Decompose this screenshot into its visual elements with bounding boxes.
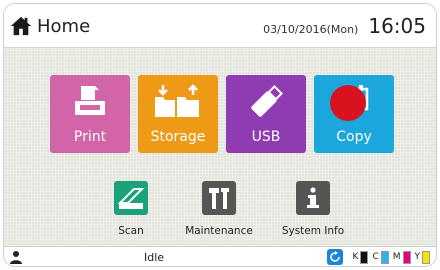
maintenance-icon [202,181,236,215]
screen-frame: Home 03/10/2016(Mon) 16:05 Print Storage… [3,3,437,267]
print-label: Print [73,129,107,145]
machine-status: Idle [144,251,165,264]
ink-y: Y [414,250,430,264]
scan-label: Scan [118,225,144,237]
main-menu-area: Print Storage USB Copy Scan Maintenance … [4,49,436,249]
usb-label: USB [251,129,281,145]
refresh-button[interactable] [326,249,343,265]
time-display: 16:05 [368,14,426,38]
ink-k: K [352,250,369,264]
storage-label: Storage [150,129,206,145]
storage-icon [155,84,199,117]
ink-c-bar [380,250,389,264]
copy-tile[interactable]: Copy [314,75,394,153]
usb-tile[interactable]: USB [226,75,306,153]
user-icon[interactable] [10,250,22,264]
ink-y-bar [422,250,430,264]
info-icon [296,181,330,215]
ink-y-label: Y [414,252,421,262]
home-button[interactable]: Home [10,12,90,40]
ink-levels: K C M Y [326,249,430,265]
refresh-icon [329,251,340,262]
ink-k-label: K [352,252,359,262]
system-info-label: System Info [281,225,345,237]
copy-label: Copy [336,129,372,145]
ink-k-bar [360,250,369,264]
header-bar: Home 03/10/2016(Mon) 16:05 [4,4,436,48]
scan-button[interactable]: Scan [86,181,176,245]
usb-icon [251,85,283,117]
ink-m: M [392,250,411,264]
record-indicator [330,85,366,121]
ink-m-bar [402,250,411,264]
date-display: 03/10/2016(Mon) [263,23,359,36]
scan-icon [114,181,148,215]
maintenance-label: Maintenance [185,225,253,237]
home-icon [10,16,32,36]
ink-m-label: M [392,252,401,262]
datetime: 03/10/2016(Mon) 16:05 [263,14,426,38]
ink-c-label: C [372,252,379,262]
print-tile[interactable]: Print [50,75,130,153]
print-icon [75,86,105,115]
storage-tile[interactable]: Storage [138,75,218,153]
ink-c: C [372,250,389,264]
maintenance-button[interactable]: Maintenance [174,181,264,245]
status-bar: Idle K C M Y [4,246,436,266]
system-info-button[interactable]: System Info [268,181,358,245]
home-label: Home [37,15,91,37]
